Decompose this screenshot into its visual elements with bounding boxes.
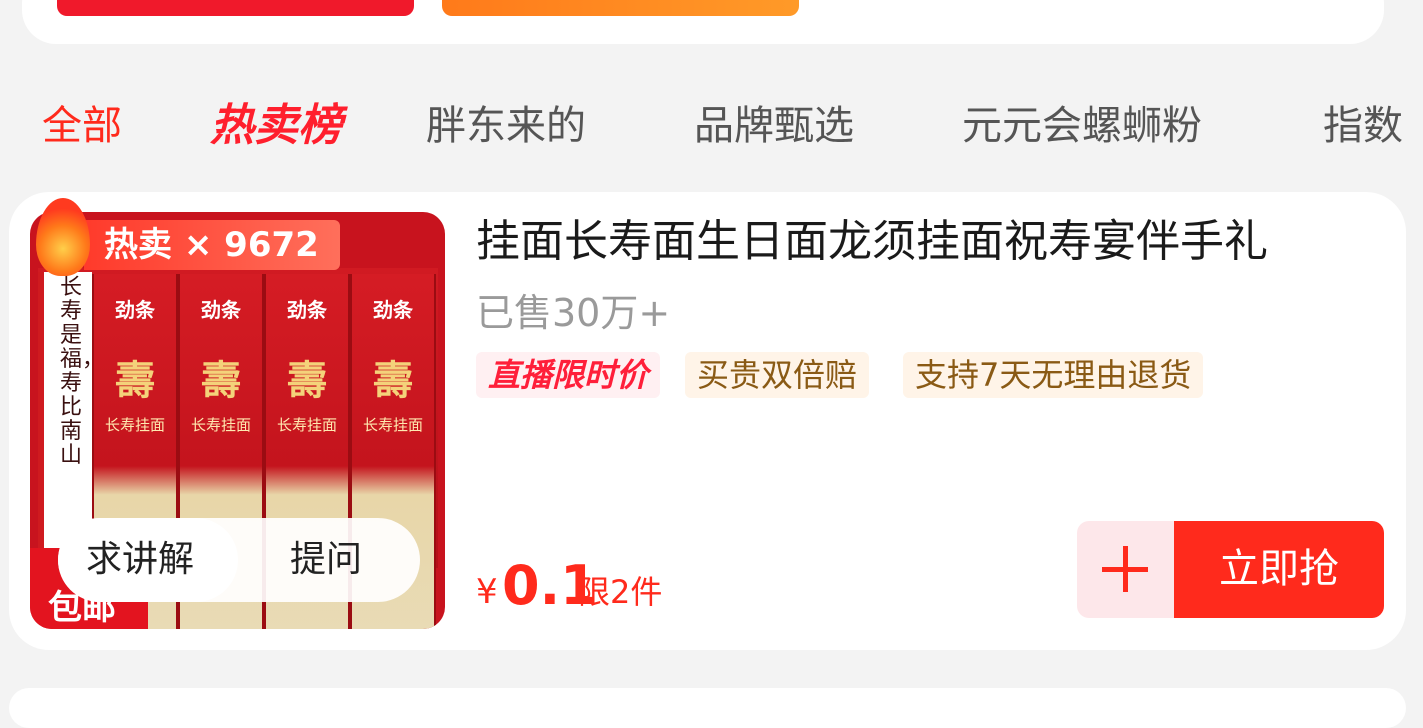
thumbnail-side-banner: 长寿是福，寿比南山 <box>38 272 105 562</box>
category-tabs: 全部 热卖榜 胖东来的 品牌甄选 元元会螺蛳粉 指数 <box>0 90 1423 162</box>
tab-hot-list[interactable]: 热卖榜 <box>210 90 342 162</box>
package-brand: 劲条 <box>287 298 327 322</box>
tab-all[interactable]: 全部 <box>42 90 122 162</box>
tab-brand-selection[interactable]: 品牌甄选 <box>694 90 854 162</box>
next-product-card[interactable] <box>9 688 1406 728</box>
tab-yuanyuan-luosifen[interactable]: 元元会螺蛳粉 <box>962 90 1202 162</box>
top-banner-right[interactable] <box>442 0 799 16</box>
purchase-limit: 限2件 <box>578 573 663 611</box>
package-name: 长寿挂面 <box>276 416 337 434</box>
ask-question-button[interactable]: 提问 <box>290 518 362 602</box>
double-compensation-tag: 买贵双倍赔 <box>685 352 870 398</box>
request-explain-label[interactable]: 求讲解 <box>86 518 194 602</box>
package-brand: 劲条 <box>115 298 155 322</box>
live-price-tag: 直播限时价 <box>476 352 661 398</box>
package-brand: 劲条 <box>373 298 413 322</box>
tab-pangdonglai[interactable]: 胖东来的 <box>426 90 586 162</box>
package-longevity-character: 壽 <box>201 358 241 404</box>
plus-icon <box>1123 546 1128 592</box>
sold-count: 已售30万+ <box>476 291 671 335</box>
price-currency: ¥ <box>476 572 498 612</box>
package-brand: 劲条 <box>201 298 241 322</box>
tab-index[interactable]: 指数 <box>1323 90 1403 162</box>
package-longevity-character: 壽 <box>287 358 327 404</box>
thumbnail-slogan: 长寿是福，寿比南山 <box>60 275 105 468</box>
buy-now-button[interactable]: 立即抢 <box>1174 521 1384 618</box>
package-name: 长寿挂面 <box>104 416 165 434</box>
package-name: 长寿挂面 <box>362 416 423 434</box>
package-longevity-character: 壽 <box>115 358 155 404</box>
hot-sale-count: 热卖 × 9672 <box>104 225 319 265</box>
product-title[interactable]: 挂面长寿面生日面龙须挂面祝寿宴伴手礼 <box>476 212 1376 272</box>
top-banner-left[interactable] <box>57 0 414 16</box>
package-name: 长寿挂面 <box>190 416 251 434</box>
seven-day-return-tag: 支持7天无理由退货 <box>903 352 1204 398</box>
package-longevity-character: 壽 <box>373 358 413 404</box>
